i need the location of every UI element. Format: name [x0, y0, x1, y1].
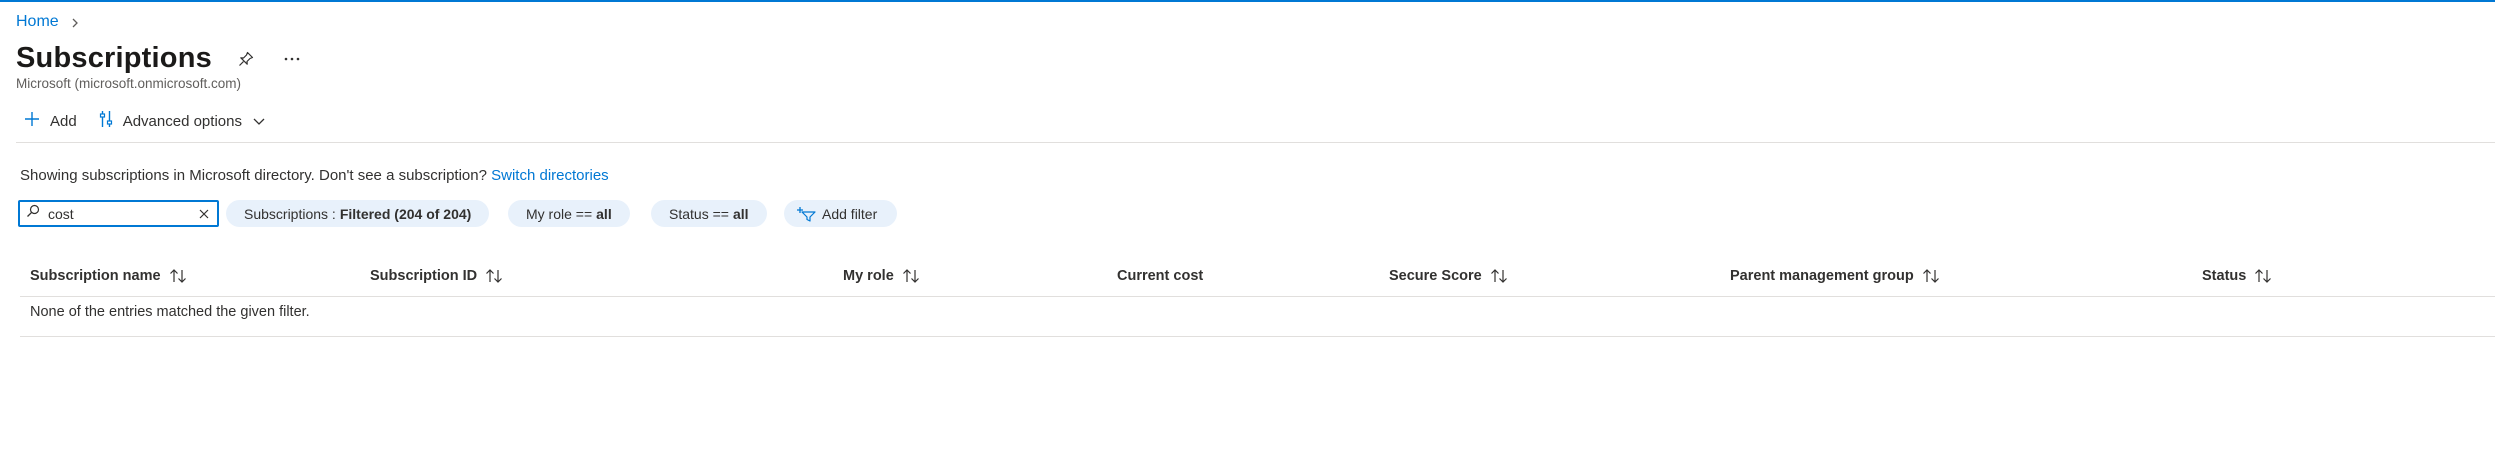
my-role-filter-prefix: My role ==: [526, 205, 593, 222]
title-row: Subscriptions: [16, 42, 304, 75]
sort-icon[interactable]: [169, 269, 187, 283]
sliders-icon: [99, 110, 113, 132]
column-header-label: My role: [843, 268, 894, 284]
chevron-down-icon: [252, 113, 266, 130]
advanced-options-label: Advanced options: [122, 112, 242, 130]
advanced-options-button[interactable]: Advanced options: [99, 110, 266, 132]
sort-icon[interactable]: [2254, 269, 2272, 283]
add-button-label: Add: [50, 112, 77, 130]
clear-search-icon[interactable]: [197, 207, 211, 221]
sort-icon[interactable]: [1490, 269, 1508, 283]
my-role-filter-pill[interactable]: My role == all: [508, 200, 630, 227]
column-header-current-cost: Current cost: [1117, 268, 1203, 284]
directory-info-text: Showing subscriptions in Microsoft direc…: [20, 167, 487, 184]
empty-table-message: None of the entries matched the given fi…: [30, 304, 310, 320]
command-bar-divider: [16, 142, 2495, 143]
add-button[interactable]: Add: [24, 111, 77, 131]
sort-icon[interactable]: [902, 269, 920, 283]
page-title: Subscriptions: [16, 42, 212, 74]
page-subtitle: Microsoft (microsoft.onmicrosoft.com): [16, 76, 242, 91]
column-header-label: Current cost: [1117, 268, 1204, 284]
my-role-filter-value: all: [596, 205, 612, 222]
add-filter-icon: [796, 206, 816, 222]
plus-icon: [24, 111, 40, 131]
command-bar: Add Advanced options: [24, 110, 266, 132]
column-header-label: Secure Score: [1389, 268, 1482, 284]
column-header-secure-score[interactable]: Secure Score: [1389, 268, 1508, 284]
breadcrumb-home-link[interactable]: Home: [16, 13, 59, 31]
breadcrumb: Home: [16, 13, 81, 31]
search-box[interactable]: [18, 200, 219, 227]
table-bottom-divider: [20, 336, 2495, 337]
column-header-label: Subscription name: [30, 268, 161, 284]
subscriptions-filter-pill[interactable]: Subscriptions : Filtered (204 of 204): [226, 200, 490, 227]
subscriptions-filter-value: Filtered (204 of 204): [339, 205, 472, 222]
sort-icon[interactable]: [485, 269, 503, 283]
add-filter-label: Add filter: [822, 205, 878, 222]
add-filter-button[interactable]: Add filter: [784, 200, 898, 227]
directory-info: Showing subscriptions in Microsoft direc…: [20, 167, 609, 184]
status-filter-prefix: Status ==: [669, 205, 729, 222]
search-icon: [26, 204, 40, 223]
column-header-label: Subscription ID: [370, 268, 478, 284]
column-header-my-role[interactable]: My role: [843, 268, 920, 284]
column-header-parent-management-group[interactable]: Parent management group: [1730, 268, 1940, 284]
column-header-subscription-id[interactable]: Subscription ID: [370, 268, 503, 284]
top-accent-bar: [0, 0, 2495, 2]
column-header-status[interactable]: Status: [2202, 268, 2272, 284]
column-header-subscription-name[interactable]: Subscription name: [30, 268, 187, 284]
pin-icon[interactable]: [234, 47, 258, 71]
switch-directories-link[interactable]: Switch directories: [491, 167, 609, 184]
table-header-divider: [20, 296, 2495, 297]
more-options-icon[interactable]: [280, 47, 304, 71]
subscriptions-filter-prefix: Subscriptions :: [244, 205, 336, 222]
status-filter-value: all: [732, 205, 749, 222]
sort-icon[interactable]: [1922, 269, 1940, 283]
chevron-right-icon: [69, 16, 81, 28]
column-header-label: Parent management group: [1730, 268, 1914, 284]
status-filter-pill[interactable]: Status == all: [651, 200, 767, 227]
column-header-label: Status: [2202, 268, 2247, 284]
search-input[interactable]: [48, 205, 197, 222]
